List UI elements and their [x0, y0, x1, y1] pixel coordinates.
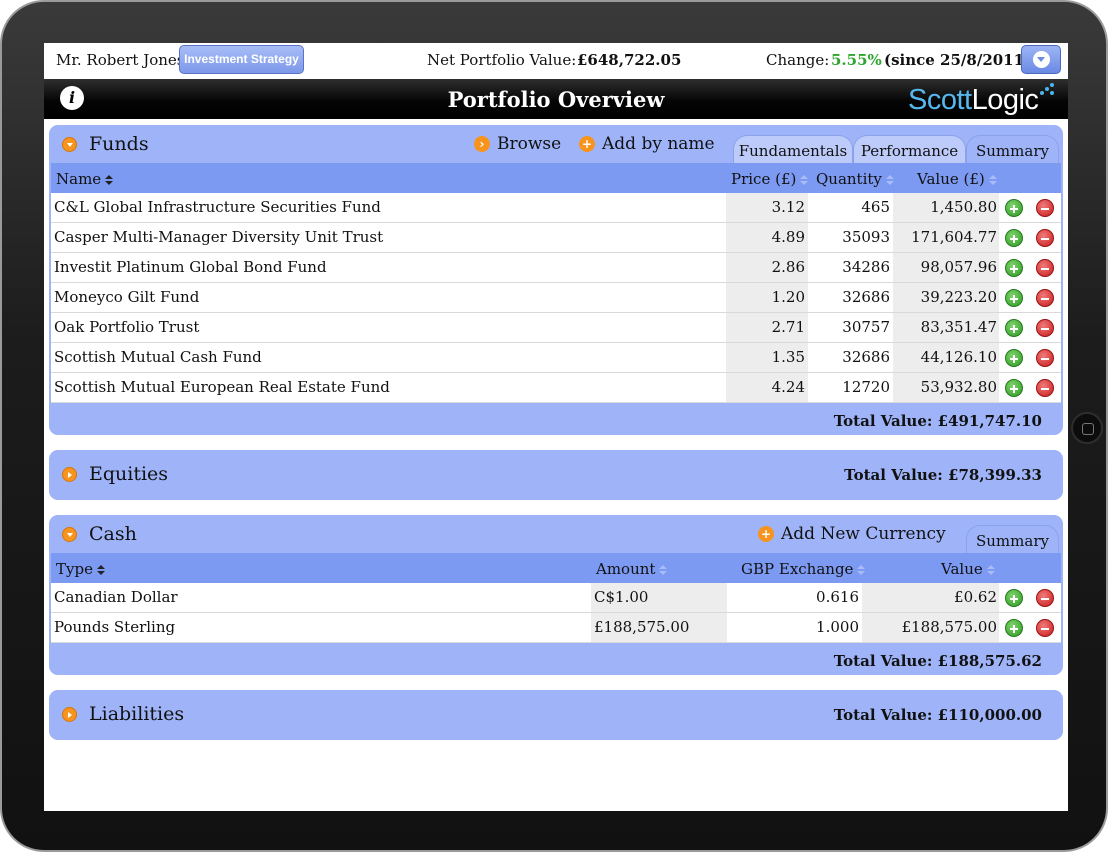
- col-value[interactable]: Value (£): [917, 170, 997, 188]
- funds-header: Funds › Browse + Add by name Fundamental…: [49, 125, 1063, 163]
- add-button[interactable]: [1005, 379, 1023, 397]
- remove-button[interactable]: [1036, 319, 1054, 337]
- collapse-icon[interactable]: [62, 527, 77, 542]
- net-value-label: Net Portfolio Value:: [427, 51, 577, 69]
- add-button[interactable]: [1005, 319, 1023, 337]
- remove-button[interactable]: [1036, 349, 1054, 367]
- table-row[interactable]: Moneyco Gilt Fund 1.20 32686 39,223.20: [51, 283, 1061, 313]
- home-button[interactable]: [1071, 412, 1103, 444]
- equities-total: Total Value: £78,399.33: [844, 466, 1042, 484]
- browse-link[interactable]: Browse: [497, 134, 561, 154]
- investment-strategy-button[interactable]: Investment Strategy: [179, 45, 304, 74]
- tab-performance[interactable]: Performance: [853, 135, 966, 163]
- portfolio-summary-bar: Mr. Robert Jones Investment Strategy Net…: [44, 43, 1068, 79]
- funds-panel: Funds › Browse + Add by name Fundamental…: [49, 125, 1063, 435]
- remove-button[interactable]: [1036, 589, 1054, 607]
- logo-dots-icon: [1040, 83, 1054, 97]
- liabilities-title[interactable]: Liabilities: [89, 703, 184, 725]
- add-button[interactable]: [1005, 349, 1023, 367]
- screen: Mr. Robert Jones Investment Strategy Net…: [44, 43, 1068, 811]
- cash-column-headers: Type Amount GBP Exchange Value: [51, 553, 1061, 583]
- funds-total: Total Value: £491,747.10: [833, 412, 1042, 430]
- liabilities-panel: Liabilities Total Value: £110,000.00: [49, 690, 1063, 740]
- tab-fundamentals[interactable]: Fundamentals: [733, 135, 853, 163]
- add-button[interactable]: [1005, 589, 1023, 607]
- funds-table: C&L Global Infrastructure Securities Fun…: [51, 193, 1061, 403]
- change-label: Change:: [766, 51, 830, 69]
- title-bar: i Portfolio Overview ScottLogic: [44, 79, 1068, 119]
- table-row[interactable]: C&L Global Infrastructure Securities Fun…: [51, 193, 1061, 223]
- menu-dropdown-button[interactable]: [1021, 45, 1061, 74]
- add-new-currency-link[interactable]: Add New Currency: [781, 524, 946, 544]
- change-since: (since 25/8/2011): [884, 51, 1032, 69]
- cash-title: Cash: [89, 523, 137, 545]
- remove-button[interactable]: [1036, 379, 1054, 397]
- add-by-name-link[interactable]: Add by name: [602, 134, 715, 154]
- cash-header: Cash + Add New Currency Summary: [49, 515, 1063, 553]
- table-row[interactable]: Scottish Mutual European Real Estate Fun…: [51, 373, 1061, 403]
- table-row[interactable]: Oak Portfolio Trust 2.71 30757 83,351.47: [51, 313, 1061, 343]
- table-row[interactable]: Pounds Sterling £188,575.00 1.000 £188,5…: [51, 613, 1061, 643]
- remove-button[interactable]: [1036, 199, 1054, 217]
- cash-panel: Cash + Add New Currency Summary Type Amo…: [49, 515, 1063, 675]
- tablet-frame: Mr. Robert Jones Investment Strategy Net…: [0, 0, 1108, 852]
- col-quantity[interactable]: Quantity: [816, 170, 894, 188]
- funds-column-headers: Name Price (£) Quantity Value (£): [51, 163, 1061, 193]
- remove-button[interactable]: [1036, 289, 1054, 307]
- add-button[interactable]: [1005, 259, 1023, 277]
- add-button[interactable]: [1005, 229, 1023, 247]
- tab-summary[interactable]: Summary: [966, 525, 1059, 553]
- remove-button[interactable]: [1036, 259, 1054, 277]
- tab-summary[interactable]: Summary: [966, 135, 1059, 163]
- table-row[interactable]: Investit Platinum Global Bond Fund 2.86 …: [51, 253, 1061, 283]
- cash-total: Total Value: £188,575.62: [833, 652, 1042, 670]
- funds-title: Funds: [89, 133, 149, 155]
- col-price[interactable]: Price (£): [731, 170, 809, 188]
- add-button[interactable]: [1005, 289, 1023, 307]
- add-icon[interactable]: +: [758, 526, 774, 542]
- col-name[interactable]: Name: [56, 170, 114, 188]
- add-button[interactable]: [1005, 199, 1023, 217]
- collapse-icon[interactable]: [62, 137, 77, 152]
- expand-icon[interactable]: [62, 467, 77, 482]
- scottlogic-logo: ScottLogic: [908, 84, 1039, 116]
- table-row[interactable]: Casper Multi-Manager Diversity Unit Trus…: [51, 223, 1061, 253]
- remove-button[interactable]: [1036, 619, 1054, 637]
- add-icon[interactable]: +: [579, 136, 595, 152]
- liabilities-total: Total Value: £110,000.00: [833, 706, 1042, 724]
- equities-panel: Equities Total Value: £78,399.33: [49, 450, 1063, 500]
- equities-title[interactable]: Equities: [89, 463, 168, 485]
- cash-table: Canadian Dollar C$1.00 0.616 £0.62 Pound…: [51, 583, 1061, 643]
- col-gbp-exchange[interactable]: GBP Exchange: [741, 560, 866, 578]
- browse-icon[interactable]: ›: [474, 136, 490, 152]
- net-value: £648,722.05: [577, 51, 682, 69]
- expand-icon[interactable]: [62, 707, 77, 722]
- chevron-down-icon: [1033, 51, 1050, 68]
- change-value: 5.55%: [831, 51, 882, 69]
- col-value[interactable]: Value: [941, 560, 995, 578]
- col-type[interactable]: Type: [56, 560, 105, 578]
- table-row[interactable]: Scottish Mutual Cash Fund 1.35 32686 44,…: [51, 343, 1061, 373]
- add-button[interactable]: [1005, 619, 1023, 637]
- table-row[interactable]: Canadian Dollar C$1.00 0.616 £0.62: [51, 583, 1061, 613]
- remove-button[interactable]: [1036, 229, 1054, 247]
- col-amount[interactable]: Amount: [596, 560, 668, 578]
- client-name: Mr. Robert Jones: [56, 51, 185, 69]
